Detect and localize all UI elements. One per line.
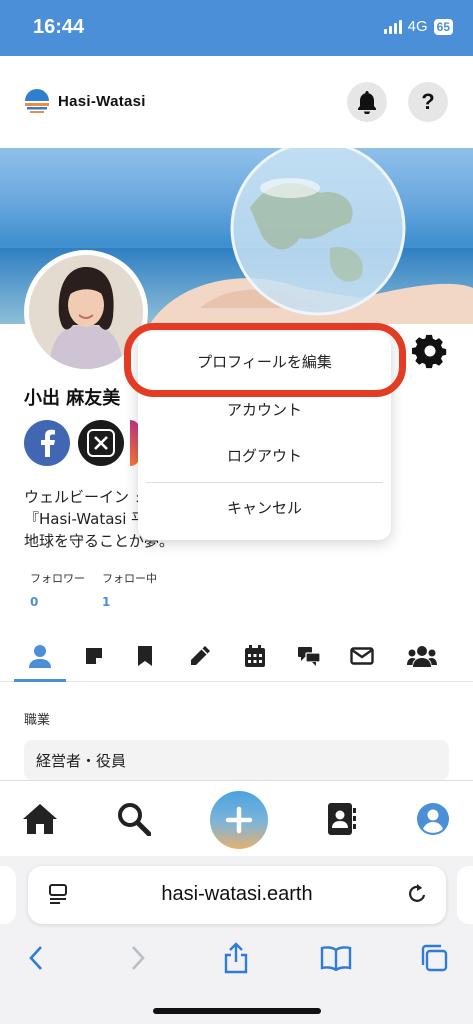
- followers-count[interactable]: 0: [30, 595, 38, 609]
- status-time: 16:44: [33, 16, 85, 38]
- bookmark-icon: [138, 646, 152, 666]
- tab-profile[interactable]: [14, 632, 66, 682]
- bookmarks-button[interactable]: [316, 938, 356, 978]
- forward-icon: [132, 946, 145, 970]
- person-icon: [29, 645, 51, 668]
- app-title: Hasi-Watasi: [58, 92, 146, 110]
- facebook-link[interactable]: [24, 420, 70, 466]
- following-count[interactable]: 1: [102, 595, 110, 609]
- battery-icon: 65: [433, 18, 453, 35]
- logo-mark-icon: [22, 86, 52, 116]
- contacts-icon: [328, 803, 356, 835]
- book-icon: [320, 946, 352, 971]
- gear-icon: [412, 334, 447, 369]
- notification-button[interactable]: [347, 82, 387, 122]
- search-icon: [118, 803, 151, 836]
- tab-chat[interactable]: [283, 632, 335, 680]
- address-bar[interactable]: hasi-watasi.earth: [28, 866, 446, 924]
- network-label: 4G: [407, 18, 428, 35]
- menu-cancel[interactable]: キャンセル: [138, 486, 391, 530]
- mail-icon: [350, 647, 374, 665]
- tab-mail[interactable]: [336, 632, 388, 680]
- note-icon: [86, 648, 102, 664]
- app-header: Hasi-Watasi ?: [0, 56, 473, 148]
- profile-tabs: [0, 632, 473, 682]
- home-icon: [23, 804, 57, 834]
- tab-posts[interactable]: [174, 632, 226, 680]
- url-text[interactable]: hasi-watasi.earth: [28, 883, 446, 906]
- logo[interactable]: Hasi-Watasi: [22, 86, 146, 116]
- plus-icon: [225, 806, 253, 834]
- chat-icon: [298, 647, 321, 666]
- tab-calendar[interactable]: [229, 632, 281, 680]
- tabs-icon: [421, 944, 448, 972]
- nav-create-button[interactable]: [210, 791, 268, 849]
- tab-notes[interactable]: [68, 632, 120, 680]
- help-button[interactable]: ?: [408, 82, 448, 122]
- status-indicators: 4G 65: [383, 18, 453, 35]
- profile-name: 小出 麻友美: [24, 388, 121, 409]
- reload-icon[interactable]: [406, 882, 428, 910]
- browser-toolbar: hasi-watasi.earth: [0, 856, 473, 1024]
- tabs-button[interactable]: [414, 938, 454, 978]
- bottom-nav: [0, 780, 473, 856]
- nav-home[interactable]: [20, 799, 60, 839]
- menu-logout[interactable]: ログアウト: [138, 434, 391, 478]
- x-link[interactable]: [78, 420, 124, 466]
- signal-icon: [383, 19, 402, 34]
- back-icon: [29, 946, 42, 970]
- forward-button[interactable]: [118, 938, 158, 978]
- group-icon: [407, 646, 437, 667]
- followers-label: フォロワー: [30, 572, 85, 585]
- pencil-icon: [191, 646, 210, 665]
- highlight-outline: [124, 323, 406, 397]
- nav-search[interactable]: [114, 799, 154, 839]
- bell-icon: [358, 91, 376, 114]
- nav-account[interactable]: [413, 799, 453, 839]
- occupation-label: 職業: [24, 713, 51, 728]
- menu-divider: [146, 482, 383, 483]
- calendar-icon: [245, 645, 265, 667]
- next-tab-edge[interactable]: [457, 866, 473, 924]
- account-icon: [417, 803, 449, 835]
- prev-tab-edge[interactable]: [0, 866, 16, 924]
- occupation-value: 経営者・役員: [24, 740, 449, 780]
- x-icon: [94, 436, 108, 450]
- following-label: フォロー中: [102, 572, 157, 585]
- home-indicator: [153, 1008, 321, 1014]
- facebook-icon: [41, 429, 55, 457]
- nav-contacts[interactable]: [322, 799, 362, 839]
- share-button[interactable]: [216, 938, 256, 978]
- back-button[interactable]: [16, 938, 56, 978]
- settings-button[interactable]: [412, 334, 448, 370]
- tab-groups[interactable]: [396, 632, 448, 680]
- tab-bookmarks[interactable]: [119, 632, 171, 680]
- share-icon: [224, 942, 248, 974]
- status-bar: 16:44 4G 65: [0, 0, 473, 56]
